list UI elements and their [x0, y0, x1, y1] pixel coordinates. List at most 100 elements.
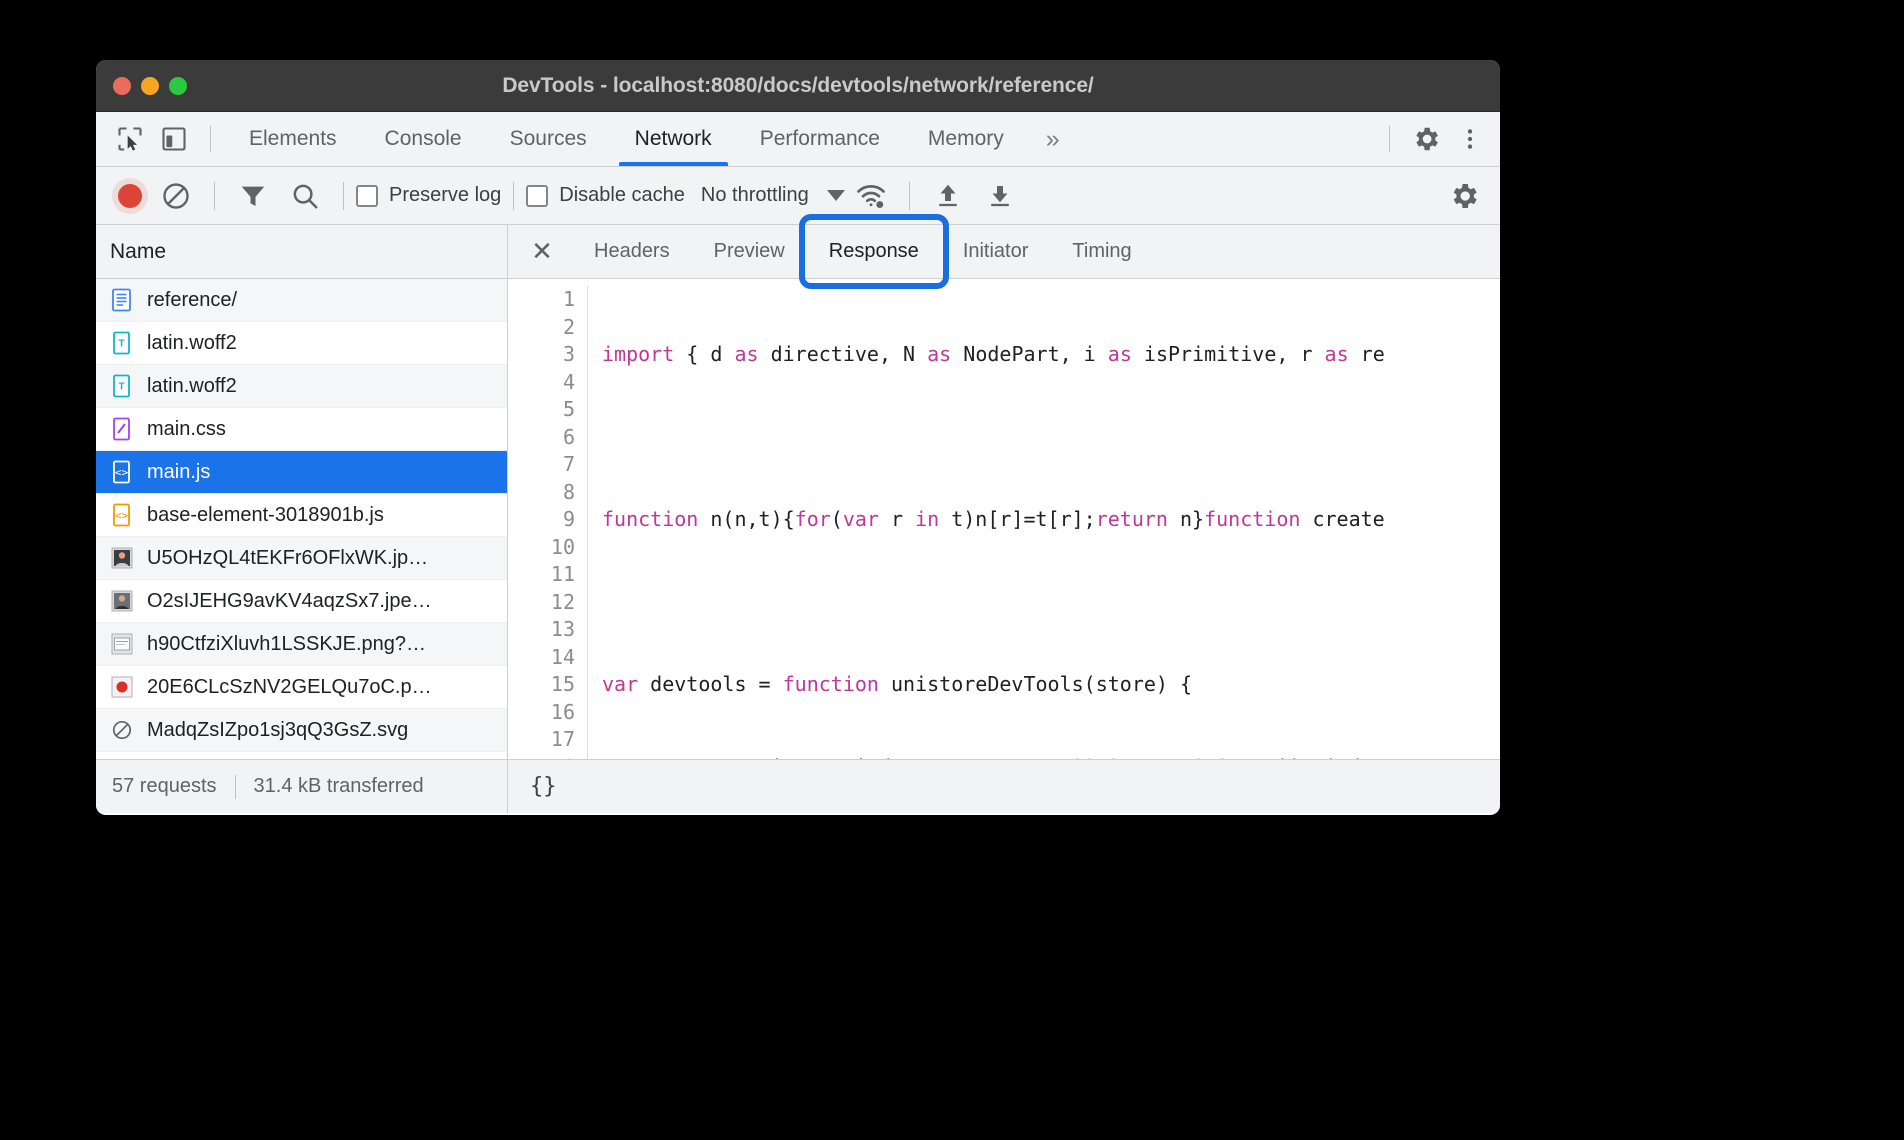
minimize-window-button[interactable] [141, 77, 159, 95]
svg-text:T: T [118, 339, 124, 350]
window-titlebar: DevTools - localhost:8080/docs/devtools/… [96, 60, 1500, 112]
filter-button[interactable] [231, 174, 275, 218]
tab-timing[interactable]: Timing [1050, 225, 1153, 278]
line-number: 17 [508, 726, 575, 754]
toolbar-divider-1 [214, 182, 215, 210]
list-item[interactable]: main.css [96, 408, 507, 451]
list-item[interactable]: h90CtfziXluvh1LSSKJE.png?… [96, 623, 507, 666]
script-icon: <> [110, 460, 134, 484]
column-header-name[interactable]: Name [96, 225, 507, 279]
import-har-icon[interactable] [926, 174, 970, 218]
tabbar-right-divider [1389, 126, 1390, 152]
throttling-value: No throttling [701, 184, 809, 207]
list-item-main-js[interactable]: <> main.js [96, 451, 507, 494]
svg-text:<>: <> [115, 509, 129, 522]
code-content: import { d as directive, N as NodePart, … [588, 286, 1385, 759]
search-button[interactable] [283, 174, 327, 218]
tab-sources[interactable]: Sources [486, 112, 611, 166]
list-item-label: latin.woff2 [147, 375, 237, 398]
line-number: 5 [508, 396, 575, 424]
line-number: 3 [508, 341, 575, 369]
toolbar-divider-4 [909, 182, 910, 210]
font-icon: T [110, 374, 134, 398]
line-number: 4 [508, 369, 575, 397]
clear-button[interactable] [154, 174, 198, 218]
line-number: 12 [508, 589, 575, 617]
line-number: 6 [508, 424, 575, 452]
disable-cache-box [526, 185, 548, 207]
tab-preview[interactable]: Preview [692, 225, 807, 278]
format-toolbar: {} [508, 759, 1500, 813]
tabbar-actions [1375, 117, 1500, 161]
list-item[interactable]: <> base-element-3018901b.js [96, 494, 507, 537]
gear-icon[interactable] [1404, 117, 1448, 161]
list-item[interactable]: T latin.woff2 [96, 365, 507, 408]
wifi-settings-icon[interactable] [849, 174, 893, 218]
tab-elements[interactable]: Elements [225, 112, 361, 166]
list-item[interactable]: MadqZsIZpo1sj3qQ3GsZ.svg [96, 709, 507, 752]
network-body: Name reference/ T latin.woff2 T [96, 225, 1500, 813]
record-button[interactable] [110, 176, 150, 216]
preserve-log-label: Preserve log [389, 184, 501, 207]
tab-console[interactable]: Console [361, 112, 486, 166]
list-item[interactable]: O2sIJEHG9avKV4aqzSx7.jpe… [96, 580, 507, 623]
list-item-label: 20E6CLcSzNV2GELQu7oC.p… [147, 676, 432, 699]
kebab-menu-icon[interactable] [1448, 117, 1492, 161]
zoom-window-button[interactable] [169, 77, 187, 95]
tab-response[interactable]: Response [807, 225, 941, 278]
list-item-label: MadqZsIZpo1sj3qQ3GsZ.svg [147, 719, 408, 742]
line-number: 18 [508, 754, 575, 760]
list-item[interactable]: reference/ [96, 279, 507, 322]
preserve-log-checkbox[interactable]: Preserve log [356, 184, 501, 207]
list-item[interactable]: 20E6CLcSzNV2GELQu7oC.p… [96, 666, 507, 709]
close-icon[interactable]: ✕ [522, 232, 562, 272]
close-window-button[interactable] [113, 77, 131, 95]
status-divider [235, 775, 236, 799]
inspect-element-icon[interactable] [108, 117, 152, 161]
record-indicator [118, 184, 142, 208]
line-number: 7 [508, 451, 575, 479]
line-number: 13 [508, 616, 575, 644]
response-code-viewer[interactable]: 1 2 3 4 5 6 7 8 9 10 11 12 13 14 [508, 279, 1500, 759]
export-har-icon[interactable] [978, 174, 1022, 218]
font-icon: T [110, 331, 134, 355]
list-item[interactable]: T latin.woff2 [96, 322, 507, 365]
device-toolbar-icon[interactable] [152, 117, 196, 161]
network-toolbar-actions [1438, 174, 1500, 218]
request-list[interactable]: reference/ T latin.woff2 T latin.woff2 [96, 279, 507, 759]
line-number: 16 [508, 699, 575, 727]
line-number: 8 [508, 479, 575, 507]
code-line [602, 589, 1385, 617]
tab-initiator[interactable]: Initiator [941, 225, 1051, 278]
svg-text:T: T [118, 382, 124, 393]
pretty-print-button[interactable]: {} [530, 774, 557, 799]
disable-cache-checkbox[interactable]: Disable cache [526, 184, 685, 207]
line-number: 10 [508, 534, 575, 562]
gear-icon[interactable] [1442, 174, 1486, 218]
network-toolbar: Preserve log Disable cache No throttling [96, 167, 1500, 225]
stylesheet-icon [110, 417, 134, 441]
tab-headers[interactable]: Headers [572, 225, 692, 278]
toolbar-divider-3 [513, 182, 514, 210]
tab-memory[interactable]: Memory [904, 112, 1028, 166]
more-tabs-icon[interactable]: » [1028, 112, 1078, 166]
image-thumbnail-icon [110, 675, 134, 699]
code-line: var extension = window.__REDUX_DEVTOOLS_… [602, 754, 1385, 760]
line-number: 2 [508, 314, 575, 342]
chevron-down-icon [827, 190, 845, 201]
list-item-label: h90CtfziXluvh1LSSKJE.png?… [147, 633, 426, 656]
code-line: import { d as directive, N as NodePart, … [602, 341, 1385, 369]
tab-performance[interactable]: Performance [736, 112, 904, 166]
code-line: var devtools = function unistoreDevTools… [602, 671, 1385, 699]
list-item-label: main.js [147, 461, 210, 484]
list-item[interactable]: U5OHzQL4tEKFr6OFlxWK.jp… [96, 537, 507, 580]
tab-network[interactable]: Network [611, 112, 736, 166]
line-number: 14 [508, 644, 575, 672]
throttling-dropdown[interactable]: No throttling [701, 184, 845, 207]
code-line: function n(n,t){for(var r in t)n[r]=t[r]… [602, 506, 1385, 534]
request-count: 57 requests [112, 775, 217, 798]
image-thumbnail-icon [110, 546, 134, 570]
traffic-lights [113, 77, 187, 95]
document-icon [110, 288, 134, 312]
request-detail-pane: ✕ Headers Preview Response Initiator Tim… [508, 225, 1500, 813]
